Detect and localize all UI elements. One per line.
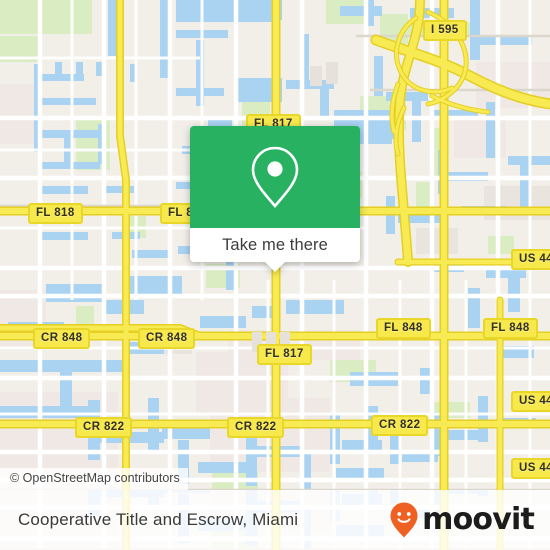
road-shield-fl-848-east: FL 848 — [483, 318, 538, 339]
road-shield-cr-822-mid: CR 822 — [227, 417, 285, 438]
popup-action-area[interactable]: Take me there — [190, 228, 360, 272]
moovit-smiley-pin-icon — [390, 502, 418, 538]
map-pin-icon — [251, 146, 299, 209]
road-shield-cr-822-east: CR 822 — [371, 415, 429, 436]
road-shield-us-441-north: US 441 — [511, 249, 550, 270]
place-title: Cooperative Title and Escrow, Miami — [18, 510, 299, 529]
road-shield-cr-848-mid: CR 848 — [138, 328, 196, 349]
moovit-wordmark: moovit — [422, 502, 535, 537]
take-me-there-label: Take me there — [222, 235, 328, 254]
popup-pointer-tip — [264, 261, 286, 272]
road-shield-cr-822-west: CR 822 — [75, 417, 133, 438]
road-shield-us-441-south: US 441 — [511, 458, 550, 479]
road-shield-fl-848-mid: FL 848 — [376, 318, 431, 339]
road-shield-us-441-mid: US 441 — [511, 391, 550, 412]
map-attribution[interactable]: © OpenStreetMap contributors — [0, 468, 188, 490]
road-shield-fl-817-south: FL 817 — [257, 344, 312, 365]
road-shield-cr-848-west: CR 848 — [33, 328, 91, 349]
road-shield-fl-818-west: FL 818 — [28, 203, 83, 224]
road-shield-i-595: I 595 — [423, 20, 467, 41]
moovit-logo[interactable]: moovit — [389, 501, 535, 539]
popup-icon-area — [190, 126, 360, 228]
location-popup-card[interactable]: Take me there — [190, 126, 360, 272]
bottom-info-bar: Cooperative Title and Escrow, Miami moov… — [0, 490, 550, 550]
map-canvas[interactable]: I 595 FL 817 FL 818 FL 818 US 441 CR 848… — [0, 0, 550, 490]
